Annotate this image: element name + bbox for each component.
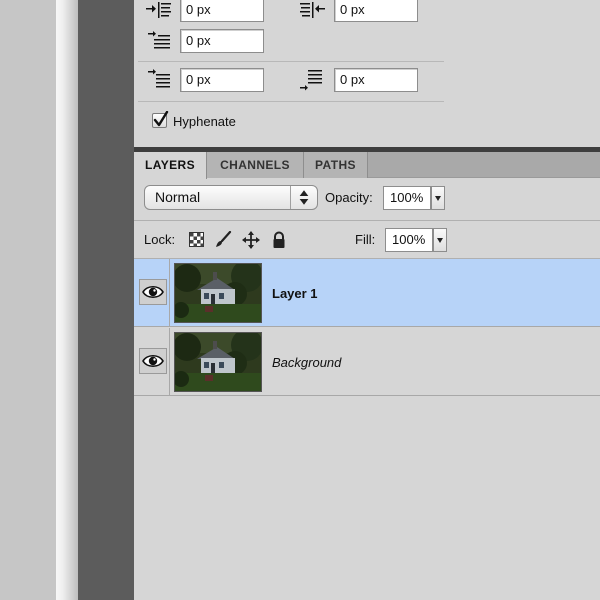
indent-first-line-icon bbox=[148, 31, 170, 49]
panel-tab-strip: LAYERS CHANNELS PATHS bbox=[134, 152, 600, 179]
move-icon[interactable] bbox=[242, 231, 260, 249]
layer-name[interactable]: Layer 1 bbox=[272, 286, 318, 301]
space-before-icon bbox=[148, 69, 170, 88]
eye-icon bbox=[142, 354, 164, 368]
indent-left-field[interactable]: 0 px bbox=[180, 0, 264, 22]
tab-paths[interactable]: PATHS bbox=[304, 152, 368, 178]
fill-field[interactable]: 100% bbox=[385, 228, 433, 252]
hyphenate-checkbox[interactable] bbox=[152, 111, 169, 128]
hyphenate-label: Hyphenate bbox=[173, 114, 236, 129]
indent-left-icon bbox=[146, 2, 171, 18]
fill-dropdown-button[interactable] bbox=[433, 228, 447, 252]
divider bbox=[134, 220, 600, 221]
visibility-toggle[interactable] bbox=[139, 279, 167, 305]
layer-row-background[interactable]: Background bbox=[134, 328, 600, 396]
indent-first-line-field[interactable]: 0 px bbox=[180, 29, 264, 53]
indent-right-icon bbox=[300, 2, 325, 18]
layer-thumbnail bbox=[174, 263, 262, 323]
lock-transparency-icon[interactable] bbox=[188, 231, 206, 249]
indent-right-field[interactable]: 0 px bbox=[334, 0, 418, 22]
lock-icon[interactable] bbox=[270, 231, 288, 249]
tab-layers[interactable]: LAYERS bbox=[134, 152, 207, 179]
lock-label: Lock: bbox=[144, 232, 176, 247]
divider bbox=[138, 101, 444, 102]
space-before-field[interactable]: 0 px bbox=[180, 68, 264, 92]
opacity-field[interactable]: 100% bbox=[383, 186, 431, 210]
checkmark-icon bbox=[153, 111, 169, 127]
blend-mode-value: Normal bbox=[155, 189, 201, 205]
opacity-dropdown-button[interactable] bbox=[431, 186, 445, 210]
canvas-edge-shadow bbox=[56, 0, 78, 600]
visibility-cell bbox=[134, 328, 170, 396]
fill-label: Fill: bbox=[355, 232, 376, 247]
layer-name[interactable]: Background bbox=[272, 355, 341, 370]
opacity-label: Opacity: bbox=[325, 190, 373, 205]
layer-thumbnail bbox=[174, 332, 262, 392]
space-after-field[interactable]: 0 px bbox=[334, 68, 418, 92]
select-arrows-icon bbox=[290, 186, 309, 209]
tab-channels[interactable]: CHANNELS bbox=[207, 152, 304, 178]
layer-row-layer-1[interactable]: Layer 1 bbox=[134, 259, 600, 327]
space-after-icon bbox=[300, 70, 322, 91]
visibility-cell bbox=[134, 259, 170, 327]
eye-icon bbox=[142, 285, 164, 299]
canvas-pasteboard bbox=[78, 0, 134, 600]
canvas-area bbox=[0, 0, 56, 600]
divider bbox=[138, 61, 444, 62]
visibility-toggle[interactable] bbox=[139, 348, 167, 374]
brush-icon[interactable] bbox=[214, 231, 232, 249]
